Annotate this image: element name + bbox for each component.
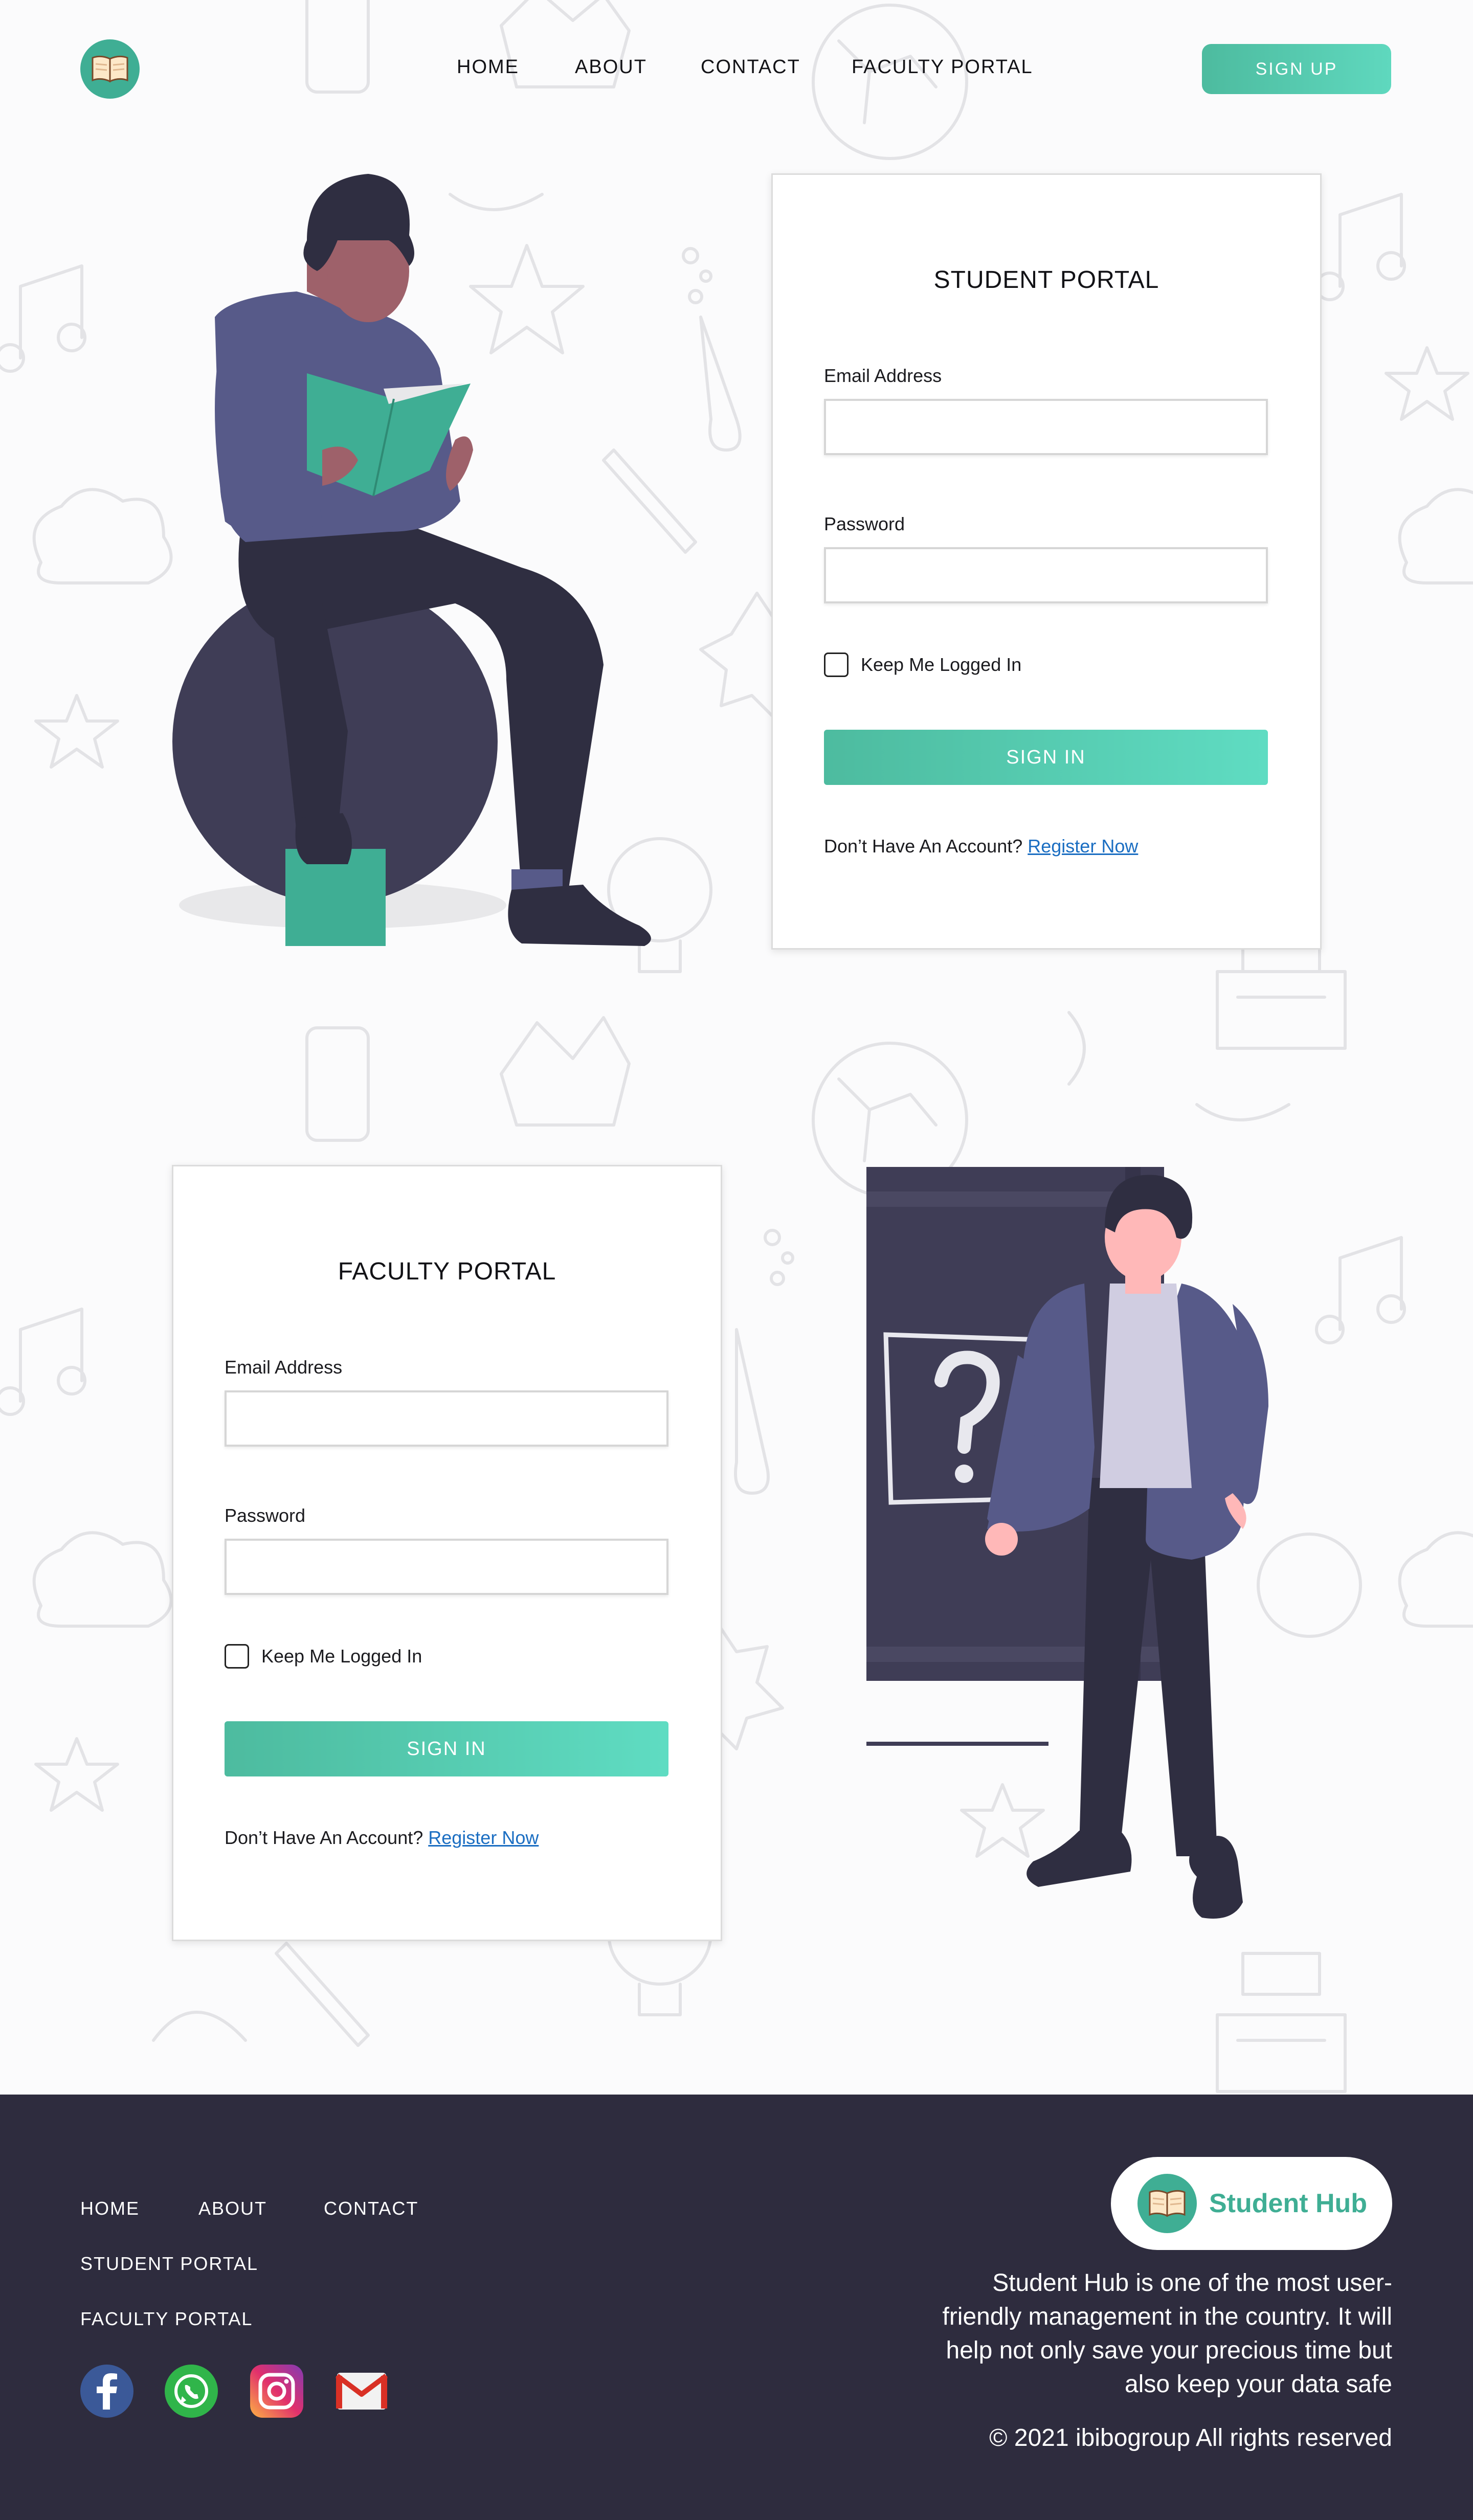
student-remember-row[interactable]: Keep Me Logged In <box>824 652 1021 677</box>
student-portal-title: STUDENT PORTAL <box>933 266 1159 294</box>
whatsapp-icon[interactable] <box>165 2365 218 2418</box>
faculty-remember-checkbox[interactable] <box>225 1644 249 1669</box>
faculty-register-row: Don’t Have An Account? Register Now <box>225 1827 539 1849</box>
student-signin-button[interactable]: SIGN IN <box>824 730 1268 785</box>
student-email-input[interactable] <box>824 399 1268 455</box>
student-register-row: Don’t Have An Account? Register Now <box>824 836 1138 857</box>
instagram-icon[interactable] <box>250 2365 303 2418</box>
footer-link-contact[interactable]: CONTACT <box>324 2198 418 2219</box>
footer-brand[interactable]: Student Hub <box>1111 2157 1392 2250</box>
student-register-prompt: Don’t Have An Account? <box>824 836 1023 857</box>
gmail-icon[interactable] <box>335 2365 388 2418</box>
footer-link-student-portal[interactable]: STUDENT PORTAL <box>80 2253 258 2275</box>
faculty-remember-label: Keep Me Logged In <box>261 1646 422 1667</box>
footer-brand-badge <box>1137 2174 1197 2233</box>
reading-student-illustration <box>172 174 651 946</box>
faculty-register-link[interactable]: Register Now <box>428 1827 539 1848</box>
faculty-portal-card: FACULTY PORTAL Email Address Password Ke… <box>172 1165 722 1941</box>
student-password-label: Password <box>824 513 905 534</box>
nav-contact[interactable]: CONTACT <box>701 56 800 78</box>
student-email-label: Email Address <box>824 365 942 386</box>
signup-button[interactable]: SIGN UP <box>1202 44 1391 94</box>
logo-badge[interactable] <box>80 39 140 99</box>
faculty-email-input[interactable] <box>225 1390 668 1447</box>
faculty-question-illustration <box>866 1167 1268 1919</box>
student-remember-label: Keep Me Logged In <box>861 654 1022 675</box>
faculty-signin-button[interactable]: SIGN IN <box>225 1721 668 1776</box>
student-password-input[interactable] <box>824 547 1268 603</box>
faculty-email-label: Email Address <box>225 1357 343 1378</box>
faculty-register-prompt: Don’t Have An Account? <box>225 1827 423 1848</box>
faculty-remember-row[interactable]: Keep Me Logged In <box>225 1644 422 1669</box>
nav-home[interactable]: HOME <box>457 56 519 78</box>
faculty-password-input[interactable] <box>225 1539 668 1595</box>
student-register-link[interactable]: Register Now <box>1028 836 1138 857</box>
nav-faculty-portal[interactable]: FACULTY PORTAL <box>852 56 1033 78</box>
open-book-icon <box>1149 2190 1186 2217</box>
nav-about[interactable]: ABOUT <box>575 56 647 78</box>
footer-link-faculty-portal[interactable]: FACULTY PORTAL <box>80 2308 253 2330</box>
footer-link-home[interactable]: HOME <box>80 2198 140 2219</box>
student-remember-checkbox[interactable] <box>824 652 849 677</box>
faculty-portal-title: FACULTY PORTAL <box>338 1258 556 1285</box>
facebook-icon[interactable] <box>80 2365 133 2418</box>
faculty-password-label: Password <box>225 1505 306 1526</box>
footer-description: Student Hub is one of the most user-frie… <box>942 2269 1392 2398</box>
student-portal-card: STUDENT PORTAL Email Address Password Ke… <box>771 173 1322 950</box>
footer-link-about[interactable]: ABOUT <box>198 2198 267 2219</box>
open-book-icon <box>92 55 128 83</box>
footer-brand-name: Student Hub <box>1209 2189 1368 2218</box>
footer-copyright: © 2021 ibibogroup All rights reserved <box>989 2424 1392 2451</box>
